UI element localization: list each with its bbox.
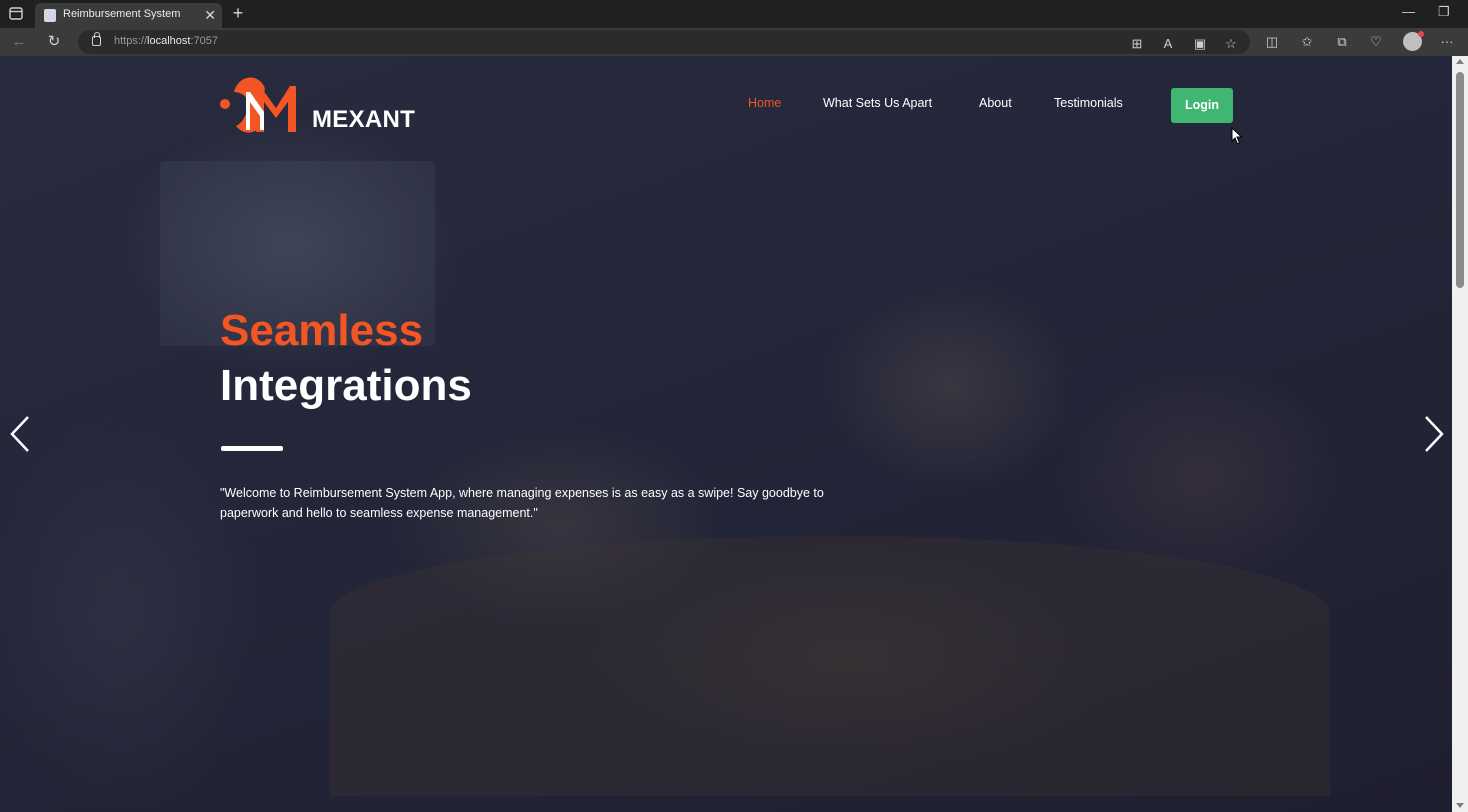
page-scrollbar[interactable] bbox=[1452, 56, 1468, 812]
back-icon[interactable]: ← bbox=[9, 32, 29, 52]
mouse-cursor-icon bbox=[1231, 127, 1243, 145]
hero-overlay bbox=[0, 56, 1452, 812]
collections-icon[interactable]: ⧉ bbox=[1333, 33, 1351, 51]
browser-tab[interactable]: Reimbursement System ✕ bbox=[35, 3, 222, 28]
nav-about[interactable]: About bbox=[979, 96, 1012, 110]
lock-icon bbox=[92, 32, 101, 46]
app-available-icon[interactable]: ⊞ bbox=[1128, 35, 1146, 53]
browser-tab-bar: Reimbursement System ✕ + — ❐ bbox=[0, 0, 1468, 28]
favorite-star-icon[interactable]: ☆ bbox=[1222, 35, 1240, 53]
minimize-icon[interactable]: — bbox=[1402, 4, 1415, 19]
scroll-down-icon[interactable] bbox=[1456, 803, 1464, 808]
login-button[interactable]: Login bbox=[1171, 88, 1233, 123]
hero-description: "Welcome to Reimbursement System App, wh… bbox=[220, 486, 824, 520]
nav-home[interactable]: Home bbox=[748, 96, 781, 110]
tab-actions-icon[interactable] bbox=[8, 6, 26, 22]
favorites-icon[interactable]: ✩ bbox=[1298, 33, 1316, 51]
logo-mark-icon bbox=[220, 77, 296, 133]
page-favicon-icon bbox=[44, 9, 56, 22]
nav-what-sets-us-apart[interactable]: What Sets Us Apart bbox=[823, 96, 932, 110]
close-tab-icon[interactable]: ✕ bbox=[204, 6, 216, 24]
nav-testimonials[interactable]: Testimonials bbox=[1054, 96, 1123, 110]
hero-title-highlight: Seamless bbox=[220, 306, 424, 355]
read-aloud-icon[interactable]: A bbox=[1159, 35, 1177, 53]
url-field[interactable]: https://localhost:7057 ⊞ A ▣ ☆ bbox=[78, 30, 1250, 54]
scrollbar-thumb[interactable] bbox=[1456, 72, 1464, 288]
brand-name: MEXANT bbox=[312, 106, 416, 133]
restore-icon[interactable]: ❐ bbox=[1438, 4, 1450, 20]
scroll-up-icon[interactable] bbox=[1456, 59, 1464, 64]
browser-essentials-icon[interactable]: ♡ bbox=[1367, 33, 1385, 51]
new-tab-icon[interactable]: + bbox=[228, 3, 248, 23]
browser-address-bar: ← ↻ https://localhost:7057 ⊞ A ▣ ☆ ◫ ✩ ⧉… bbox=[0, 28, 1468, 56]
chevron-left-icon[interactable] bbox=[8, 414, 32, 454]
chevron-right-icon[interactable] bbox=[1422, 414, 1446, 454]
immersive-reader-icon[interactable]: ▣ bbox=[1191, 35, 1209, 53]
hero-title: Integrations bbox=[220, 361, 472, 410]
more-options-icon[interactable]: ··· bbox=[1438, 33, 1456, 51]
profile-avatar[interactable] bbox=[1403, 31, 1424, 51]
hero-section: MEXANT Home What Sets Us Apart About Tes… bbox=[0, 56, 1452, 812]
refresh-icon[interactable]: ↻ bbox=[44, 32, 64, 52]
split-screen-icon[interactable]: ◫ bbox=[1263, 33, 1281, 51]
tab-title: Reimbursement System bbox=[63, 8, 181, 20]
url-text[interactable]: https://localhost:7057 bbox=[114, 35, 218, 47]
hero-divider bbox=[221, 446, 283, 451]
